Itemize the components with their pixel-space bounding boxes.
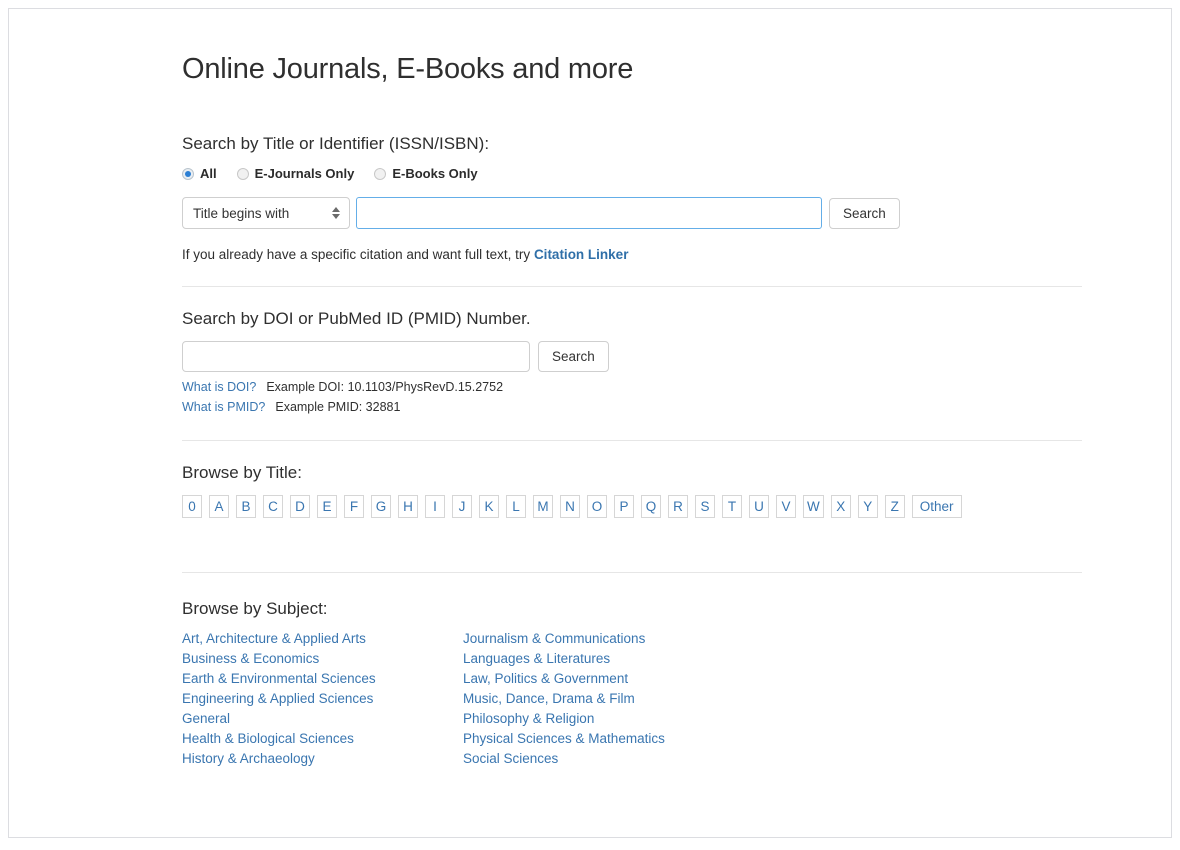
- page-content: Online Journals, E-Books and more Search…: [174, 53, 1084, 769]
- subject-link[interactable]: Art, Architecture & Applied Arts: [182, 629, 463, 649]
- subject-link[interactable]: Law, Politics & Government: [463, 669, 665, 689]
- title-letter-r[interactable]: R: [668, 495, 688, 519]
- subject-link[interactable]: General: [182, 709, 463, 729]
- title-search-section: Search by Title or Identifier (ISSN/ISBN…: [174, 134, 1084, 262]
- title-letter-y[interactable]: Y: [857, 495, 878, 519]
- title-search-button[interactable]: Search: [829, 197, 900, 229]
- divider-2: [182, 440, 1082, 442]
- stepper-arrows-icon[interactable]: [332, 207, 340, 219]
- what-is-pmid-link[interactable]: What is PMID?: [182, 400, 265, 414]
- citation-linker-link[interactable]: Citation Linker: [534, 247, 629, 262]
- title-letter-other[interactable]: Other: [911, 495, 962, 519]
- title-letter-k[interactable]: K: [479, 495, 499, 519]
- browse-by-title-section: Browse by Title: 0ABCDEFGHIJKLMNOPQRSTUV…: [174, 463, 1084, 519]
- doi-search-input[interactable]: [182, 341, 530, 372]
- title-letter-i[interactable]: I: [425, 495, 445, 519]
- title-letter-list: 0 A B C D E F G H I J K L M N O P Q R S T U V W X Y Z Other: [182, 495, 1084, 519]
- subject-link[interactable]: History & Archaeology: [182, 749, 463, 769]
- title-letter-g[interactable]: G: [371, 495, 391, 519]
- citation-hint: If you already have a specific citation …: [182, 247, 1084, 262]
- title-letter-m[interactable]: M: [533, 495, 553, 519]
- doi-example-line: What is DOI? Example DOI: 10.1103/PhysRev…: [182, 378, 1084, 396]
- title-letter-v[interactable]: V: [776, 495, 796, 519]
- radio-label-all: All: [200, 166, 217, 181]
- pmid-example-line: What is PMID? Example PMID: 32881: [182, 398, 1084, 416]
- radio-icon-all[interactable]: [182, 167, 194, 180]
- pmid-example-text: Example PMID: 32881: [275, 400, 401, 415]
- title-letter-l[interactable]: L: [506, 495, 526, 519]
- doi-search-button[interactable]: Search: [538, 341, 609, 372]
- subject-link[interactable]: Physical Sciences & Mathematics: [463, 729, 665, 749]
- radio-option-ejournals[interactable]: E-Journals Only: [236, 166, 355, 181]
- search-field-select[interactable]: Title begins with: [182, 197, 350, 229]
- title-letter-d[interactable]: D: [290, 495, 310, 519]
- title-letter-a[interactable]: A: [209, 495, 229, 519]
- title-letter-0[interactable]: 0: [182, 495, 202, 519]
- search-field-select-value: Title begins with: [193, 205, 290, 221]
- browse-by-subject-heading: Browse by Subject:: [182, 599, 328, 619]
- page-title: Online Journals, E-Books and more: [182, 53, 634, 85]
- subject-link[interactable]: Journalism & Communications: [463, 629, 665, 649]
- doi-example-text: Example DOI: 10.1103/PhysRevD.15.2752: [266, 380, 504, 394]
- divider-3: [182, 572, 1082, 574]
- page-frame: Online Journals, E-Books and more Search…: [8, 8, 1172, 838]
- radio-icon-ebooks[interactable]: [374, 167, 387, 180]
- title-letter-z[interactable]: Z: [884, 495, 905, 519]
- subject-link[interactable]: Social Sciences: [463, 749, 665, 769]
- what-is-doi-link[interactable]: What is DOI?: [182, 380, 256, 394]
- title-letter-q[interactable]: Q: [641, 495, 661, 519]
- radio-label-ebooks: E-Books Only: [392, 166, 478, 181]
- title-letter-n[interactable]: N: [560, 495, 580, 519]
- subject-link[interactable]: Earth & Environmental Sciences: [182, 669, 463, 689]
- browse-by-subject-section: Browse by Subject: Art, Architecture & A…: [174, 599, 1084, 769]
- title-letter-t[interactable]: T: [722, 495, 742, 519]
- subject-link[interactable]: Business & Economics: [182, 649, 463, 669]
- subject-link[interactable]: Philosophy & Religion: [463, 709, 665, 729]
- title-letter-w[interactable]: W: [803, 495, 824, 519]
- radio-option-ebooks[interactable]: E-Books Only: [374, 166, 478, 181]
- radio-label-ejournals: E-Journals Only: [254, 166, 355, 181]
- title-letter-u[interactable]: U: [749, 495, 769, 519]
- title-letter-h[interactable]: H: [398, 495, 418, 519]
- radio-option-all[interactable]: All: [182, 166, 217, 181]
- subject-link[interactable]: Languages & Literatures: [463, 649, 665, 669]
- title-letter-s[interactable]: S: [695, 495, 715, 519]
- title-letter-b[interactable]: B: [236, 495, 256, 519]
- radio-icon-ejournals[interactable]: [236, 167, 249, 180]
- subject-link[interactable]: Health & Biological Sciences: [182, 729, 463, 749]
- divider-1: [182, 286, 1082, 287]
- subject-link[interactable]: Music, Dance, Drama & Film: [463, 689, 665, 709]
- subject-column-left: Art, Architecture & Applied Arts Business…: [182, 629, 463, 769]
- title-search-heading: Search by Title or Identifier (ISSN/ISBN…: [182, 134, 490, 153]
- subject-columns: Art, Architecture & Applied Arts Business…: [182, 629, 1084, 769]
- citation-hint-text: If you already have a specific citation …: [182, 247, 534, 262]
- title-search-input[interactable]: [356, 197, 822, 229]
- title-letter-f[interactable]: F: [344, 495, 364, 519]
- title-letter-p[interactable]: P: [614, 495, 634, 519]
- title-letter-x[interactable]: X: [830, 495, 851, 519]
- title-letter-c[interactable]: C: [263, 495, 283, 519]
- doi-search-section: Search by DOI or PubMed ID (PMID) Number…: [174, 309, 1084, 416]
- doi-search-heading: Search by DOI or PubMed ID (PMID) Number…: [182, 309, 531, 328]
- title-letter-j[interactable]: J: [452, 495, 472, 519]
- title-search-row: Title begins with Search: [182, 197, 1084, 229]
- doi-search-row: Search: [182, 341, 1084, 372]
- search-scope-radio-group: All E-Journals Only E-Books Only: [182, 166, 1084, 181]
- title-letter-e[interactable]: E: [317, 495, 337, 519]
- subject-column-right: Journalism & Communications Languages & L…: [463, 629, 665, 769]
- browse-by-title-heading: Browse by Title:: [182, 463, 302, 483]
- title-letter-o[interactable]: O: [587, 495, 607, 519]
- subject-link[interactable]: Engineering & Applied Sciences: [182, 689, 463, 709]
